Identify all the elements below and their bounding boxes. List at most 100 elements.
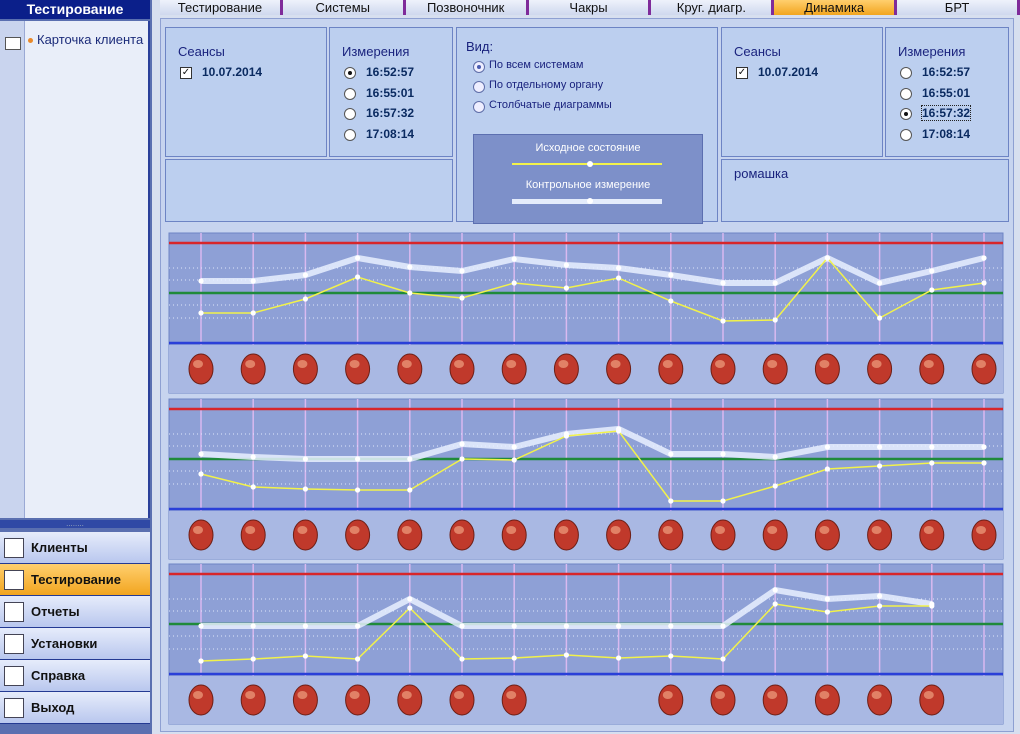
organ-highlight — [349, 360, 360, 368]
organ-highlight — [610, 526, 621, 534]
tab-5[interactable]: Динамика — [774, 0, 898, 15]
organ-icon — [240, 353, 266, 385]
organ-highlight — [819, 360, 830, 368]
nav-item-4[interactable]: Справка — [0, 660, 150, 692]
organ-icon — [658, 684, 684, 716]
tab-1[interactable]: Системы — [282, 0, 406, 15]
organ-icon — [292, 519, 318, 551]
tab-bar: Тестирование Системы Позвоночник Чакры Круг.… — [160, 0, 1020, 16]
control-point — [772, 280, 778, 286]
card-item[interactable]: Карточка клиента — [28, 32, 143, 47]
control-point — [459, 623, 465, 629]
organ-icon — [867, 353, 893, 385]
organ-icon — [814, 519, 840, 551]
control-point — [877, 593, 883, 599]
initial-point — [720, 318, 726, 324]
organ-highlight — [558, 526, 569, 534]
organ-icon — [501, 519, 527, 551]
initial-point — [929, 287, 935, 293]
initial-point — [929, 460, 935, 466]
initial-point — [355, 274, 361, 280]
tab-4[interactable]: Круг. диагр. — [651, 0, 775, 15]
sidebar-nav: Клиенты Тестирование Отчеты Установки Справк… — [0, 532, 150, 724]
control-point — [668, 623, 674, 629]
organ-icon — [240, 684, 266, 716]
control-point — [407, 264, 413, 270]
control-point — [198, 623, 204, 629]
organ-icon — [867, 519, 893, 551]
organ-highlight — [871, 691, 882, 699]
initial-point — [616, 275, 622, 281]
testing-icon — [4, 569, 24, 590]
control-point — [668, 451, 674, 457]
main-panel: Сеансы ✓ 10.07.2014 Измерения 16:52:57 16… — [160, 18, 1014, 732]
organ-icon — [188, 684, 214, 716]
organ-icon — [397, 519, 423, 551]
clients-icon — [4, 537, 24, 558]
organ-icon — [971, 353, 997, 385]
control-point — [929, 268, 935, 274]
organ-highlight — [193, 691, 203, 699]
control-point — [459, 441, 465, 447]
organ-highlight — [819, 691, 830, 699]
organ-icon — [292, 684, 318, 716]
organ-icon — [345, 684, 371, 716]
nav-item-label: Установки — [31, 636, 98, 651]
organ-icon — [501, 353, 527, 385]
organ-icon — [658, 353, 684, 385]
tab-2[interactable]: Позвоночник — [405, 0, 529, 15]
organ-highlight — [454, 526, 464, 534]
card-item-label: Карточка клиента — [37, 32, 144, 47]
initial-point — [355, 487, 361, 493]
card-icon — [5, 37, 21, 50]
nav-item-2[interactable]: Отчеты — [0, 596, 150, 628]
control-point — [616, 426, 622, 432]
control-point — [720, 451, 726, 457]
organ-highlight — [193, 526, 203, 534]
control-point — [824, 444, 831, 450]
nav-item-0[interactable]: Клиенты — [0, 532, 150, 564]
organ-highlight — [297, 691, 308, 699]
nav-item-label: Тестирование — [31, 572, 121, 587]
control-point — [824, 596, 831, 602]
dynamics-charts — [168, 232, 1004, 725]
control-point — [929, 444, 935, 450]
initial-point — [616, 655, 622, 661]
initial-point — [511, 655, 517, 661]
organ-icon — [553, 353, 579, 385]
nav-item-5[interactable]: Выход — [0, 692, 150, 724]
organ-icon — [919, 684, 945, 716]
tab-3[interactable]: Чакры — [528, 0, 652, 15]
nav-item-1[interactable]: Тестирование — [0, 564, 150, 596]
organ-highlight — [871, 526, 882, 534]
organ-highlight — [193, 360, 203, 368]
initial-point — [250, 310, 256, 316]
organ-highlight — [767, 360, 778, 368]
initial-point — [459, 656, 465, 662]
organ-icon — [762, 353, 788, 385]
organ-highlight — [297, 360, 308, 368]
tab-6[interactable]: БРТ — [897, 0, 1020, 15]
organ-highlight — [401, 360, 412, 368]
organ-highlight — [976, 360, 986, 368]
organ-highlight — [506, 360, 517, 368]
splitter-grip[interactable]: ........ — [0, 520, 150, 528]
nav-item-label: Выход — [31, 700, 75, 715]
organ-icon — [501, 684, 527, 716]
organ-icon — [449, 519, 475, 551]
organ-icon — [814, 684, 840, 716]
tab-0[interactable]: Тестирование — [160, 0, 283, 15]
initial-point — [302, 486, 308, 492]
organ-icon — [658, 519, 684, 551]
organ-highlight — [506, 691, 517, 699]
initial-point — [563, 285, 569, 291]
organ-highlight — [454, 360, 464, 368]
nav-item-3[interactable]: Установки — [0, 628, 150, 660]
control-point — [668, 272, 674, 278]
initial-point — [250, 484, 256, 490]
organ-icon — [188, 353, 214, 385]
initial-point — [668, 498, 674, 504]
organ-icon — [762, 684, 788, 716]
control-point — [302, 272, 308, 278]
control-point — [511, 623, 517, 629]
